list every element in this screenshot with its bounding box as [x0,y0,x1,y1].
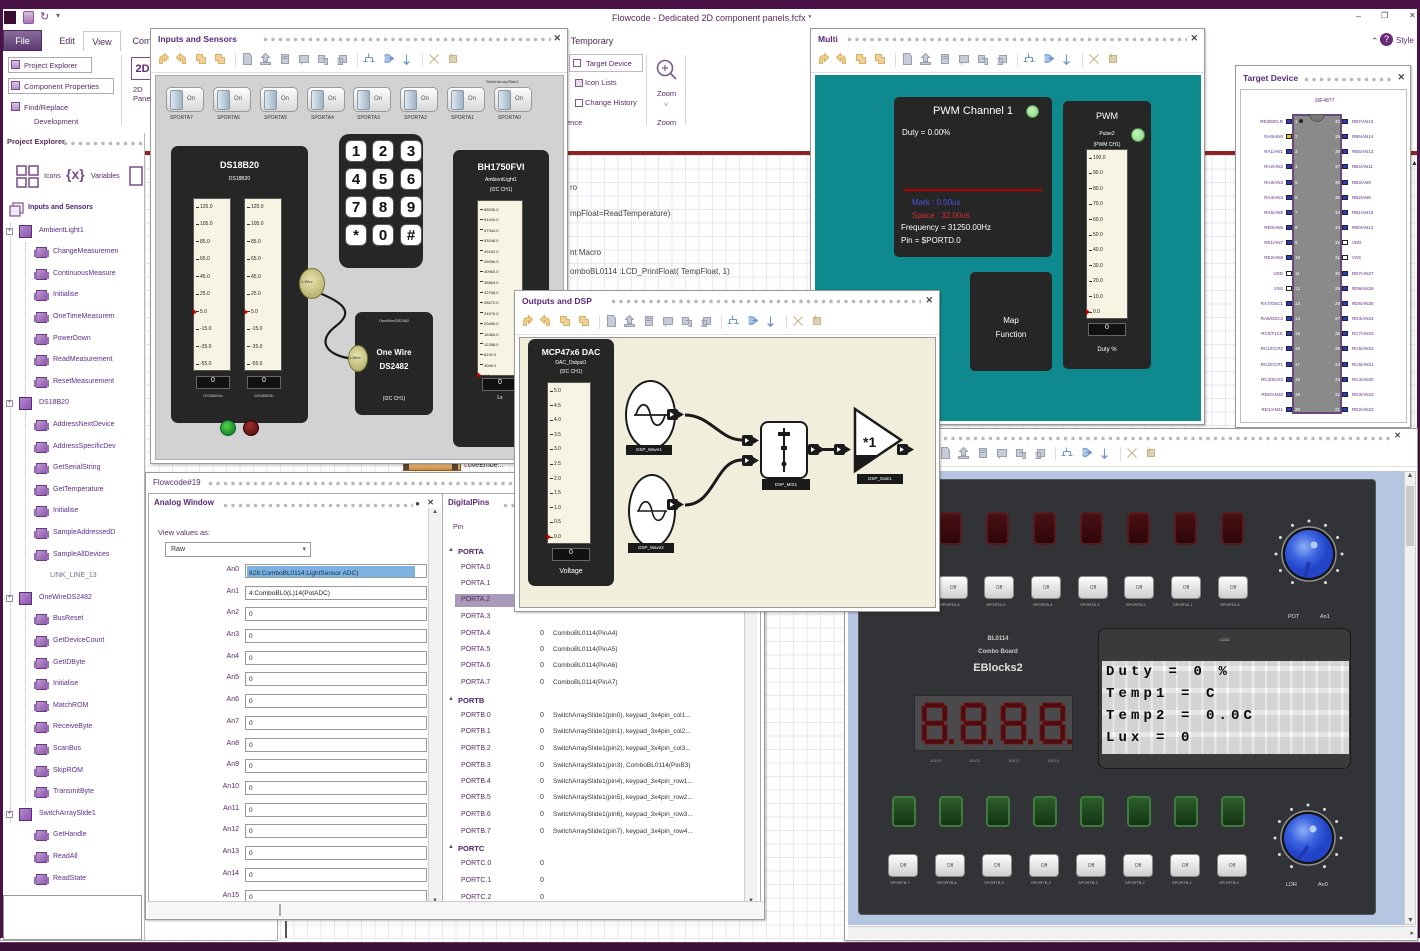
svg-text:*1: *1 [863,434,876,450]
